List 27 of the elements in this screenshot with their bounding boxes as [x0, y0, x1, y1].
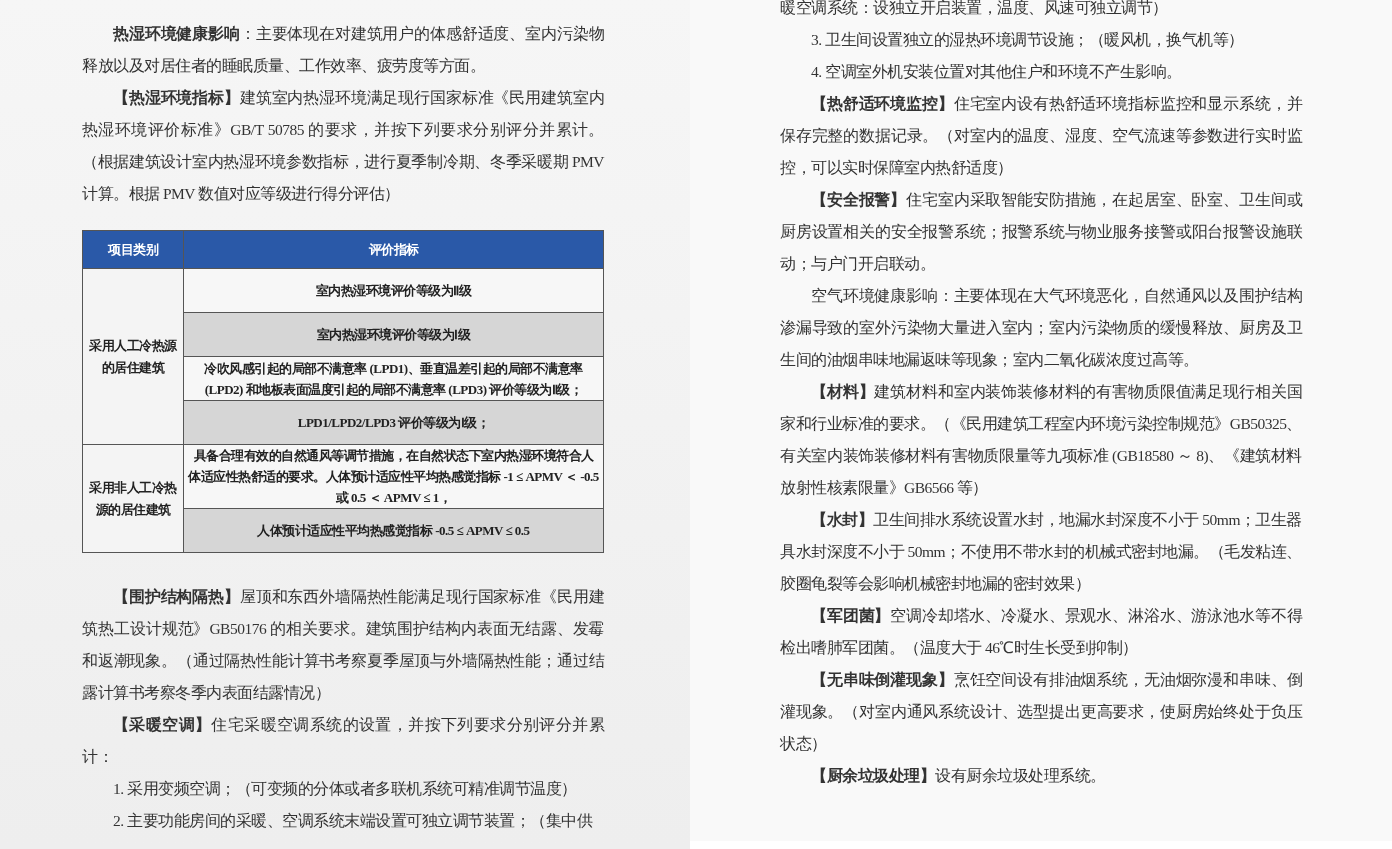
paragraph: 空气环境健康影响：主要体现在大气环境恶化，自然通风以及围护结构渗漏导致的室外污染物大量进入室内；室内污染物质的缓慢释放、厨房及卫生间的油烟串味地漏返味等现象；室内二氧化碳浓度过高等。: [780, 286, 1302, 370]
table-cell: 采用非人工冷热源的居住建筑: [82, 444, 184, 553]
list-item: 3. 卫生间设置独立的湿热环境调节设施；（暖风机，换气机等）: [810, 30, 1245, 50]
table-header: 项目类别: [82, 230, 184, 269]
paragraph: 【无串味倒灌现象】烹饪空间设有排油烟系统，无油烟弥漫和串味、倒灌现象。（对室内通风系统设计、选型提出更高要求，使厨房始终处于负压状态）: [780, 670, 1302, 754]
list-item: 4. 空调室外机安装位置对其他住户和环境不产生影响。: [810, 62, 1183, 82]
paragraph: 【水封】卫生间排水系统设置水封，地漏水封深度不小于 50mm；卫生器具水封深度不小于 50mm；不使用不带水封的机械式密封地漏。（毛发粘连、胶圈龟裂等会影响机械密封地漏的密封效果）: [780, 510, 1302, 594]
paragraph: 【热舒适环境监控】住宅室内设有热舒适环境指标监控和显示系统，并保存完整的数据记录。（对室内的温度、湿度、空气流速等参数进行实时监控，可以实时保障室内热舒适度）: [780, 94, 1302, 178]
list-item: 2. 主要功能房间的采暖、空调系统末端设置可独立调节装置；（集中供: [112, 811, 594, 831]
table-cell: 冷吹风感引起的局部不满意率 (LPD1)、垂直温差引起的局部不满意率 (LPD2) 和地板表面温度引起的局部不满意率 (LPD3) 评价等级为Ⅱ级；: [183, 356, 604, 401]
paragraph: 热湿环境健康影响：主要体现在对建筑用户的体感舒适度、室内污染物释放以及对居住者的睡眠质量、工作效率、疲劳度等方面。: [82, 24, 604, 76]
table-cell: 室内热湿环境评价等级为Ⅰ级: [183, 312, 604, 357]
paragraph: 【安全报警】住宅室内采取智能安防措施，在起居室、卧室、卫生间或厨房设置相关的安全报警系统；报警系统与物业服务接警或阳台报警设施联动；与户门开启联动。: [780, 190, 1302, 274]
table-cell: 具备合理有效的自然通风等调节措施，在自然状态下室内热湿环境符合人体适应性热舒适的要求。人体预计适应性平均热感觉指标 -1 ≤ APMV ＜ -0.5 或 0.5 ＜ APMV ≤ 1，: [183, 444, 604, 509]
table-cell: 人体预计适应性平均热感觉指标 -0.5 ≤ APMV ≤ 0.5: [183, 508, 604, 553]
paragraph: 【军团菌】空调冷却塔水、冷凝水、景观水、淋浴水、游泳池水等不得检出嗜肺军团菌。（温度大于 46℃时生长受到抑制）: [780, 606, 1302, 658]
paragraph: 【采暖空调】住宅采暖空调系统的设置，并按下列要求分别评分并累计：: [82, 715, 604, 767]
table-cell: 室内热湿环境评价等级为Ⅱ级: [183, 268, 604, 313]
table-cell: 采用人工冷热源的居住建筑: [82, 268, 184, 445]
paragraph: 【厨余垃圾处理】设有厨余垃圾处理系统。: [810, 766, 1107, 786]
paragraph: 【热湿环境指标】建筑室内热湿环境满足现行国家标准《民用建筑室内热湿环境评价标准》GB/T 50785 的要求，并按下列要求分别评分并累计。（根据建筑设计室内热湿环境参数指标，进行夏季制冷期、冬季采暖期 PMV 计算。根据 PMV 数值对应等级进行得分评估）: [82, 88, 604, 204]
table-header: 评价指标: [183, 230, 604, 269]
paragraph: 【围护结构隔热】屋顶和东西外墙隔热性能满足现行国家标准《民用建筑热工设计规范》GB50176 的相关要求。建筑围护结构内表面无结露、发霉和返潮现象。（通过隔热性能计算书考察夏季屋顶与外墙隔热性能；通过结露计算书考察冬季内表面结露情况）: [82, 587, 604, 703]
paragraph: 暖空调系统：设独立开启装置，温度、风速可独立调节）: [780, 0, 1169, 18]
list-item: 1. 采用变频空调；（可变频的分体或者多联机系统可精准调节温度）: [112, 779, 578, 799]
paragraph: 【材料】建筑材料和室内装饰装修材料的有害物质限值满足现行相关国家和行业标准的要求。（《民用建筑工程室内环境污染控制规范》GB50325、有关室内装饰装修材料有害物质限量等九项标准 (GB18580 ～ 8)、《建筑材料放射性核素限量》GB6566 等）: [780, 382, 1302, 498]
table-cell: LPD1/LPD2/LPD3 评价等级为Ⅰ级；: [183, 400, 604, 445]
